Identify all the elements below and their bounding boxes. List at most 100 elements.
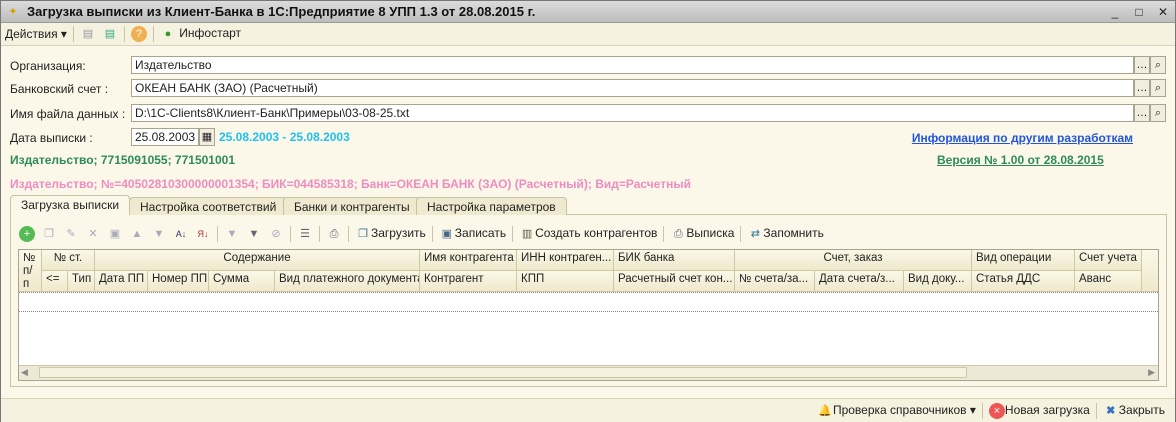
col-sum[interactable]: Сумма	[209, 271, 275, 292]
remember-icon: ⇄	[750, 228, 761, 240]
alarm-bell-icon: 🔔	[818, 404, 832, 417]
app-icon: ✦	[8, 5, 18, 18]
col-advance[interactable]: Аванс	[1075, 271, 1142, 292]
org-search-icon[interactable]: ⌕	[1150, 56, 1166, 74]
add-icon[interactable]: +	[19, 226, 35, 242]
scroll-thumb[interactable]	[39, 367, 967, 378]
statement-table[interactable]: № п/п № ст. Содержание Имя контрагента И…	[18, 249, 1159, 381]
col-content[interactable]: Содержание	[95, 250, 420, 271]
move-down-icon[interactable]: ▼	[151, 226, 167, 242]
remember-button[interactable]: ⇄ Запомнить	[747, 226, 824, 242]
sort-asc-icon[interactable]: A↓	[173, 226, 189, 242]
col-name[interactable]: Имя контрагента	[420, 250, 517, 271]
col-dds[interactable]: Статья ДДС	[972, 271, 1075, 292]
calendar-icon[interactable]: ▦	[199, 128, 215, 146]
col-order-doc[interactable]: Вид доку...	[904, 271, 972, 292]
file-select-button[interactable]: …	[1134, 104, 1150, 122]
horizontal-scrollbar[interactable]: ◀ ▶	[19, 365, 1158, 380]
edit-icon[interactable]: ✎	[63, 226, 79, 242]
save-button[interactable]: ▣ Записать	[439, 226, 506, 242]
main-toolbar: Действия ▾ ▤ ▤ ? ● Инфостарт	[1, 23, 1175, 46]
new-load-button[interactable]: × Новая загрузка	[988, 402, 1090, 419]
statement-label: Выписка	[686, 226, 735, 240]
col-number[interactable]: Номер ПП	[148, 271, 209, 292]
col-doc-type[interactable]: Вид платежного документа	[275, 271, 420, 292]
load-icon: ❐	[358, 228, 368, 240]
move-up-icon[interactable]: ▲	[129, 226, 145, 242]
col-date[interactable]: Дата ПП	[95, 271, 148, 292]
date-label: Дата выписки :	[10, 131, 93, 145]
col-contractor[interactable]: Контрагент	[420, 271, 517, 292]
help-icon[interactable]: ?	[130, 26, 147, 42]
org-info: Издательство; 7715091055; 771501001	[10, 153, 235, 167]
col-account[interactable]: Счет учета	[1075, 250, 1142, 271]
minimize-button[interactable]: _	[1107, 4, 1123, 20]
filter-icon[interactable]: ▼	[224, 226, 240, 242]
create-contractors-button[interactable]: ▥ Создать контрагентов	[519, 226, 658, 242]
filter-settings-icon[interactable]: ▼	[246, 226, 262, 242]
create-label: Создать контрагентов	[535, 226, 658, 240]
col-kpp[interactable]: КПП	[517, 271, 614, 292]
window-title: Загрузка выписки из Клиент-Банка в 1С:Пр…	[27, 4, 536, 19]
account-search-icon[interactable]: ⌕	[1150, 79, 1166, 97]
col-order-date[interactable]: Дата счета/з...	[815, 271, 904, 292]
title-bar: ✦ Загрузка выписки из Клиент-Банка в 1С:…	[1, 1, 1175, 23]
col-back[interactable]: <=	[42, 271, 68, 292]
list-settings-icon[interactable]: ☰	[297, 226, 313, 242]
actions-menu[interactable]: Действия ▾	[5, 27, 67, 41]
new-load-label: Новая загрузка	[1004, 402, 1090, 417]
actions-label: Действия	[5, 27, 58, 41]
col-inn[interactable]: ИНН контраген...	[517, 250, 614, 271]
col-order-num[interactable]: № счета/за...	[735, 271, 815, 292]
file-field[interactable]: D:\1C-Clients8\Клиент-Банк\Примеры\03-08…	[131, 104, 1134, 122]
org-field[interactable]: Издательство	[131, 56, 1134, 74]
check-label: Проверка справочников	[832, 402, 967, 417]
close-window-button[interactable]: ✕	[1155, 4, 1171, 20]
save-icon: ▣	[441, 228, 452, 240]
col-more[interactable]	[1142, 250, 1158, 292]
table-row[interactable]	[19, 292, 1158, 312]
load-button[interactable]: ❐ Загрузить	[355, 226, 426, 242]
printer-icon: ⎙	[673, 228, 683, 240]
tab-mapping[interactable]: Настройка соответствий	[129, 197, 288, 215]
date-range: 25.08.2003 - 25.08.2003	[219, 130, 350, 144]
tab-params[interactable]: Настройка параметров	[416, 197, 567, 215]
col-nst[interactable]: № ст.	[42, 250, 95, 271]
scroll-left-icon[interactable]: ◀	[21, 367, 28, 378]
version-link[interactable]: Версия № 1.00 от 28.08.2015	[937, 153, 1104, 167]
col-bik[interactable]: БИК банка	[614, 250, 735, 271]
delete-icon[interactable]: ✕	[85, 226, 101, 242]
col-operation[interactable]: Вид операции	[972, 250, 1075, 271]
col-num[interactable]: № п/п	[19, 250, 42, 292]
check-references-button[interactable]: 🔔Проверка справочников ▾	[817, 403, 976, 419]
close-icon: ✖	[1106, 404, 1116, 417]
infostart-button[interactable]: ● Инфостарт	[160, 26, 241, 42]
other-dev-link[interactable]: Информация по другим разработкам	[912, 131, 1133, 145]
bottom-bar: 🔔Проверка справочников ▾ × Новая загрузка…	[1, 398, 1175, 422]
filter-clear-icon[interactable]: ⊘	[268, 226, 284, 242]
create-icon: ▥	[521, 228, 533, 240]
sort-desc-icon[interactable]: Я↓	[195, 226, 211, 242]
tab-load[interactable]: Загрузка выписки	[10, 195, 131, 215]
print-icon[interactable]: ⎙	[326, 226, 342, 242]
import-icon[interactable]: ▤	[80, 26, 96, 42]
post-icon[interactable]: ▣	[107, 226, 123, 242]
table-toolbar: + ❐ ✎ ✕ ▣ ▲ ▼ A↓ Я↓ ▼ ▼ ⊘ ☰ ⎙ ❐ Загрузить…	[19, 225, 824, 243]
tab-banks[interactable]: Банки и контрагенты	[283, 197, 421, 215]
org-select-button[interactable]: …	[1134, 56, 1150, 74]
export-icon[interactable]: ▤	[102, 26, 118, 42]
col-rs[interactable]: Расчетный счет кон...	[614, 271, 735, 292]
cancel-icon: ×	[988, 402, 1005, 419]
file-search-icon[interactable]: ⌕	[1150, 104, 1166, 122]
account-select-button[interactable]: …	[1134, 79, 1150, 97]
col-type[interactable]: Тип	[68, 271, 95, 292]
date-field[interactable]: 25.08.2003	[131, 128, 199, 146]
scroll-right-icon[interactable]: ▶	[1148, 367, 1155, 378]
close-button[interactable]: ✖ Закрыть	[1103, 403, 1165, 419]
account-field[interactable]: ОКЕАН БАНК (ЗАО) (Расчетный)	[131, 79, 1134, 97]
remember-label: Запомнить	[763, 226, 824, 240]
statement-button[interactable]: ⎙ Выписка	[670, 226, 734, 242]
copy-icon[interactable]: ❐	[41, 226, 57, 242]
col-order[interactable]: Счет, заказ	[735, 250, 972, 271]
maximize-button[interactable]: □	[1131, 4, 1147, 20]
